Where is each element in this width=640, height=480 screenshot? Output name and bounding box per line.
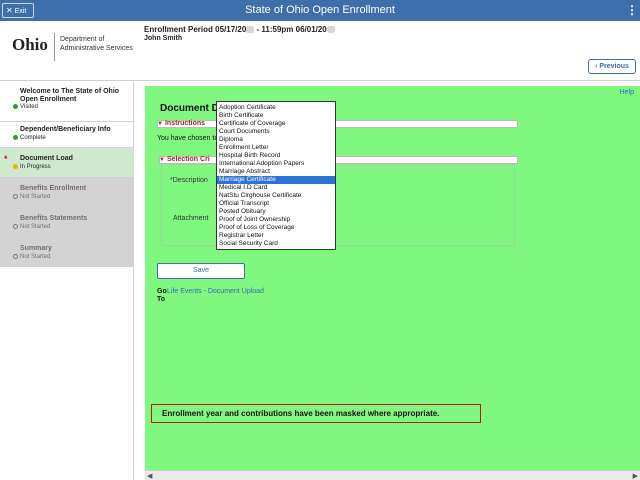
step-status-text: Not Started — [20, 254, 51, 261]
logo-wordmark: Ohio — [12, 35, 48, 54]
step-title: Benefits Enrollment — [20, 185, 87, 192]
step-status: In Progress — [13, 164, 51, 171]
dropdown-option[interactable]: NatStu Clrghouse Certificate — [217, 192, 335, 200]
logo-dept-line2: Administrative Services — [60, 45, 133, 52]
previous-label: Previous — [599, 63, 629, 70]
masked-year — [326, 26, 335, 34]
description-dropdown-list[interactable]: Adoption Certificate Birth Certificate C… — [216, 101, 336, 250]
instructions-text: You have chosen to — [157, 135, 219, 142]
status-dot-icon — [13, 194, 18, 199]
step-status: Visited — [13, 104, 38, 111]
step-title: Benefits Statements — [20, 215, 88, 222]
instructions-label: Instructions — [164, 120, 206, 127]
sidebar-step-benefits-enrollment[interactable]: Benefits Enrollment Not Started — [0, 178, 134, 208]
dropdown-option[interactable]: Certificate of Coverage — [217, 120, 335, 128]
instructions-bar — [157, 120, 518, 128]
masking-notice: Enrollment year and contributions have b… — [151, 404, 481, 423]
triangle-down-icon: ▼ — [159, 157, 165, 163]
enrollment-period-end: - 11:59pm 06/01/20 — [254, 25, 327, 34]
dropdown-option-selected[interactable]: Marriage Certificate — [217, 176, 335, 184]
more-options-icon[interactable]: ⋮ — [626, 3, 638, 18]
status-dot-icon — [13, 104, 18, 109]
status-dot-icon — [13, 254, 18, 259]
dropdown-option[interactable]: Diploma — [217, 136, 335, 144]
dropdown-option[interactable]: Proof of Joint Ownership — [217, 216, 335, 224]
step-status: Not Started — [13, 254, 50, 261]
sidebar-step-dependent[interactable]: Dependent/Beneficiary Info Complete — [0, 122, 134, 148]
step-status-text: Complete — [20, 135, 46, 142]
header: Ohio Department of Administrative Servic… — [0, 21, 640, 81]
sidebar-step-summary[interactable]: Summary Not Started — [0, 238, 134, 267]
dropdown-option[interactable]: Marriage Abstract — [217, 168, 335, 176]
sidebar: Welcome to The State of Ohio Open Enroll… — [0, 82, 134, 480]
status-dot-icon — [13, 135, 18, 140]
goto-document-upload-link[interactable]: Life Events - Document Upload — [167, 288, 264, 295]
step-status: Not Started — [13, 224, 50, 231]
sidebar-step-document-load[interactable]: * Document Load In Progress — [0, 148, 134, 178]
enrollment-period: Enrollment Period 05/17/20 - 11:59pm 06/… — [144, 25, 335, 34]
user-name: John Smith — [144, 35, 183, 42]
dropdown-option[interactable]: Proof of Loss of Coverage — [217, 224, 335, 232]
goto-label: Go To — [157, 288, 167, 303]
scroll-right-icon[interactable]: ▶ — [633, 472, 638, 480]
save-button[interactable]: Save — [157, 263, 245, 279]
step-title: Document Load — [20, 155, 73, 162]
help-link[interactable]: Help — [620, 89, 634, 96]
status-dot-icon — [13, 164, 18, 169]
dropdown-option[interactable]: Medical I.D Card — [217, 184, 335, 192]
dropdown-option[interactable]: Social Security Card — [217, 240, 335, 248]
scroll-left-icon[interactable]: ◀ — [147, 472, 152, 480]
dropdown-option[interactable]: International Adoption Papers — [217, 160, 335, 168]
step-status-text: In Progress — [20, 164, 51, 171]
selection-criteria-box — [161, 164, 515, 246]
triangle-down-icon: ▼ — [157, 121, 163, 127]
sidebar-step-benefits-statements[interactable]: Benefits Statements Not Started — [0, 208, 134, 238]
step-status: Complete — [13, 135, 46, 142]
dropdown-option[interactable]: Registrar Letter — [217, 232, 335, 240]
dropdown-option[interactable]: Adoption Certificate — [217, 104, 335, 112]
dropdown-option[interactable]: Court Documents — [217, 128, 335, 136]
status-dot-icon — [13, 224, 18, 229]
step-status-text: Visited — [20, 104, 38, 111]
instructions-toggle[interactable]: ▼ Instructions — [157, 120, 205, 128]
dropdown-option[interactable]: Birth Certificate — [217, 112, 335, 120]
enrollment-period-start: Enrollment Period 05/17/20 — [144, 25, 247, 34]
step-status: Not Started — [13, 194, 50, 201]
dropdown-option[interactable]: Posted Obituary — [217, 208, 335, 216]
step-status-text: Not Started — [20, 224, 51, 231]
top-bar: ✕ Exit State of Ohio Open Enrollment ⋮ — [0, 0, 640, 21]
sidebar-step-welcome[interactable]: Welcome to The State of Ohio Open Enroll… — [0, 82, 134, 122]
criteria-toggle[interactable]: ▼ Selection Cri — [159, 156, 210, 164]
step-title: Summary — [20, 245, 52, 252]
criteria-bar — [159, 156, 518, 164]
dropdown-option[interactable]: Enrollment Letter — [217, 144, 335, 152]
criteria-label: Selection Cri — [166, 156, 210, 163]
chevron-left-icon: ‹ — [595, 63, 598, 70]
logo-department: Department of Administrative Services — [60, 35, 133, 53]
description-label: *Description — [170, 177, 208, 184]
horizontal-scrollbar[interactable]: ◀ ▶ — [145, 470, 640, 480]
page-title: Document D — [160, 103, 219, 114]
app-title: State of Ohio Open Enrollment — [245, 4, 395, 16]
logo-dept-line1: Department of — [60, 36, 105, 43]
logo-divider — [54, 33, 55, 61]
dropdown-option[interactable]: Hospital Birth Record — [217, 152, 335, 160]
required-star-icon: * — [4, 154, 8, 164]
step-title: Welcome to The State of Ohio Open Enroll… — [20, 88, 120, 103]
step-status-text: Not Started — [20, 194, 51, 201]
dropdown-option[interactable]: Official Transcript — [217, 200, 335, 208]
previous-button[interactable]: ‹ Previous — [588, 59, 636, 74]
attachment-label: Attachment — [173, 215, 209, 222]
step-title: Dependent/Beneficiary Info — [20, 126, 111, 133]
